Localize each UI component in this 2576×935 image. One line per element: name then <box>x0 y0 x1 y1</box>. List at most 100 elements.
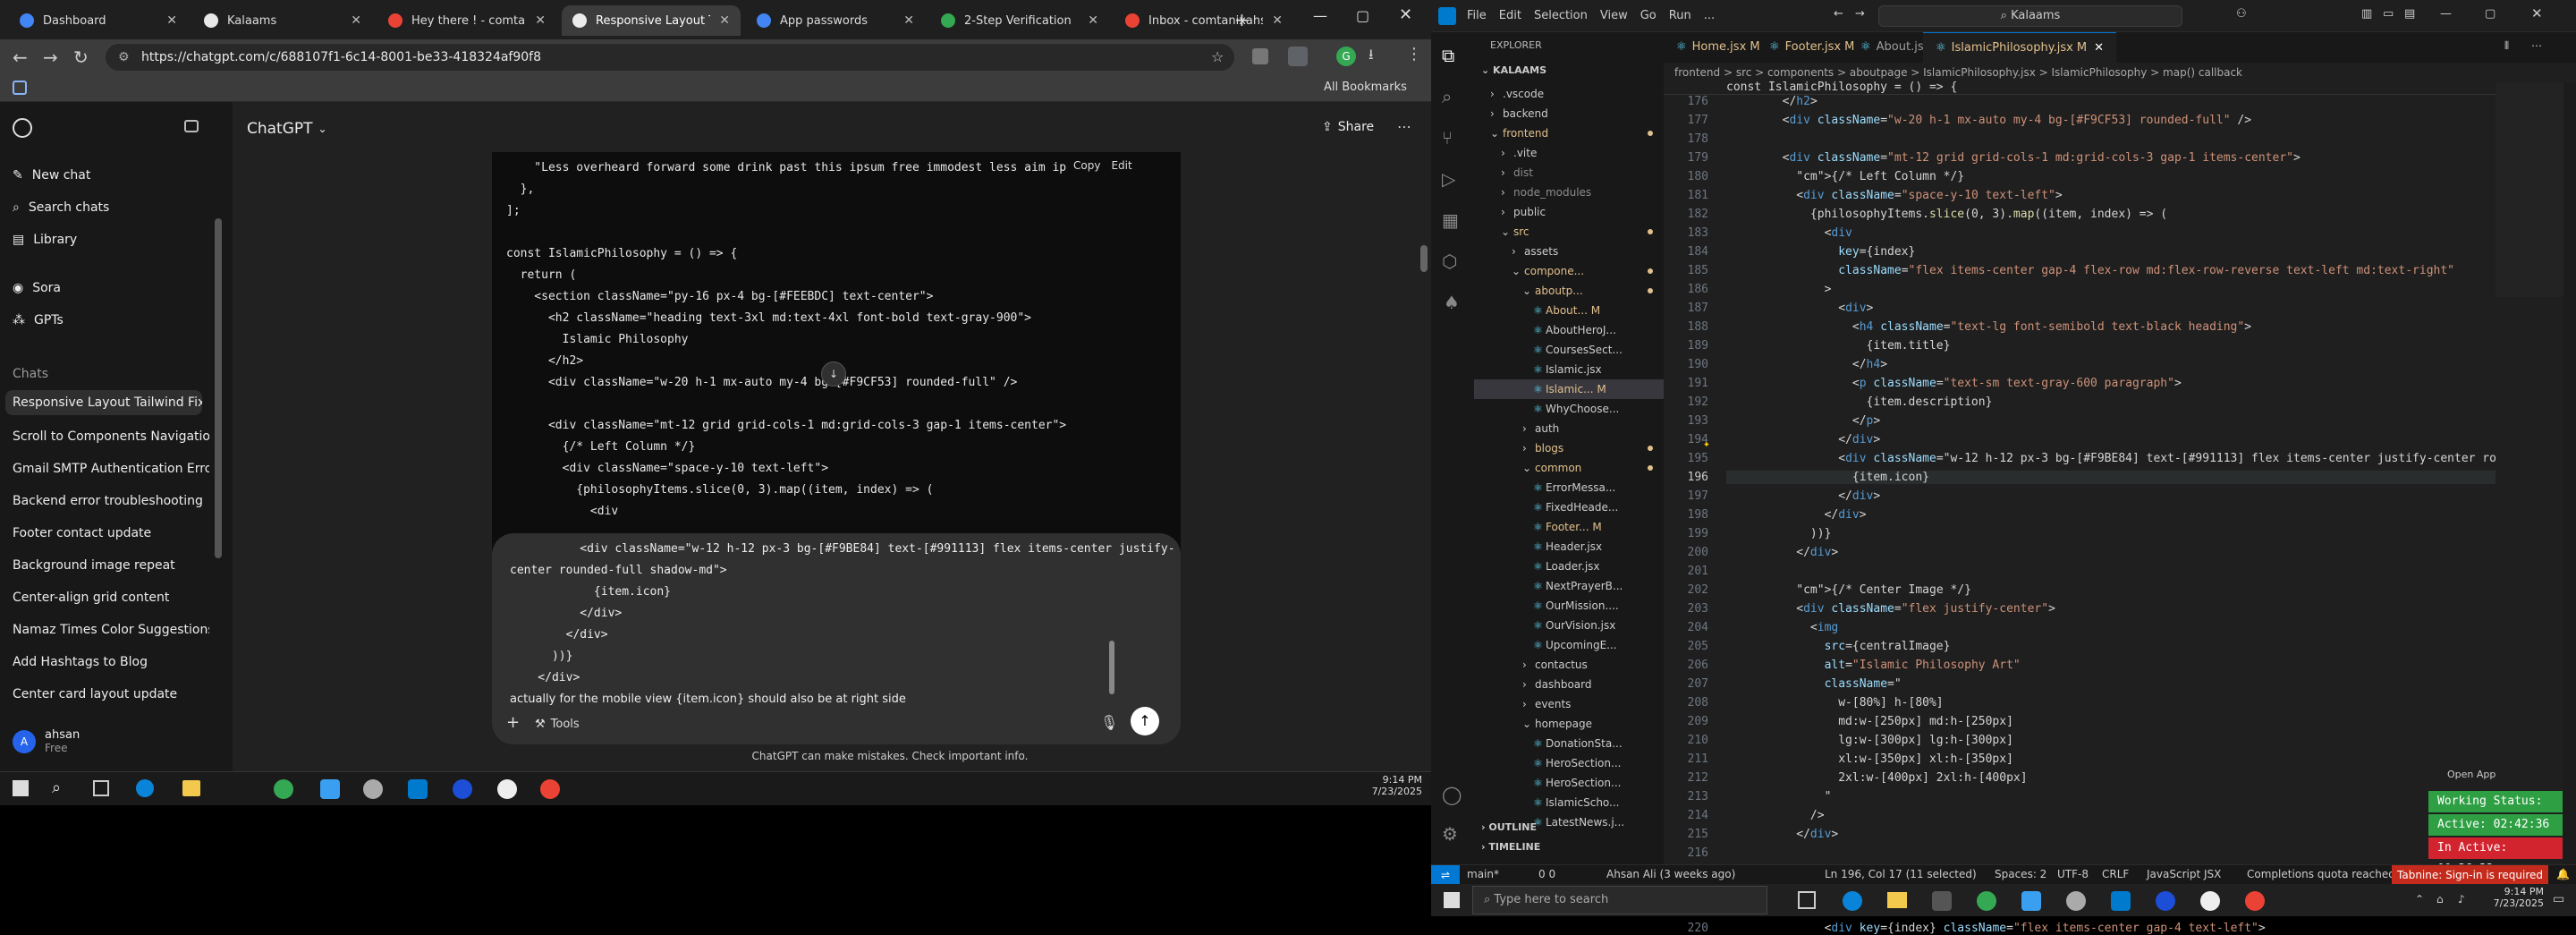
minimize-icon[interactable]: — <box>2440 7 2452 21</box>
close-tab-icon[interactable]: ✕ <box>351 13 361 28</box>
chat-history-item[interactable]: Center card layout update <box>13 687 209 701</box>
editor-scrollbar[interactable] <box>2563 82 2576 864</box>
openai-logo-icon[interactable] <box>13 118 32 138</box>
clock-time[interactable]: 9:14 PM <box>1368 774 1422 786</box>
tree-folder[interactable]: › .vscode <box>1474 84 1664 104</box>
code-line[interactable]: <div className="space-y-10 text-left"> <box>1726 189 2062 202</box>
close-sidebar-icon[interactable] <box>184 120 199 132</box>
tree-folder[interactable]: ⌄ aboutp... <box>1474 281 1664 301</box>
menu-item[interactable]: Edit <box>1499 9 1521 22</box>
tools-button[interactable]: ⚒ Tools <box>535 714 580 735</box>
tree-folder[interactable]: › blogs <box>1474 438 1664 458</box>
app-icon[interactable] <box>2200 891 2220 911</box>
maximize-icon[interactable]: ▢ <box>2485 7 2496 21</box>
code-line[interactable]: <p className="text-sm text-gray-600 para… <box>1726 377 2182 390</box>
chat-history-item[interactable]: Backend error troubleshooting <box>13 494 209 508</box>
clock-time[interactable]: 9:14 PM <box>2487 886 2544 897</box>
tree-folder[interactable]: › contactus <box>1474 655 1664 675</box>
layout-panel-icon[interactable]: ▭ <box>2383 7 2394 21</box>
code-editor[interactable]: 176 </h2> 177 <div className="w-20 h-1 mx… <box>1664 81 2576 935</box>
timeline-section[interactable]: › TIMELINE <box>1481 841 1540 853</box>
send-button[interactable]: ↑ <box>1131 707 1159 735</box>
search-chats-button[interactable]: ⌕ Search chats <box>13 200 109 215</box>
file-explorer-icon[interactable] <box>1887 892 1907 908</box>
maximize-icon[interactable]: ▢ <box>1356 7 1369 24</box>
address-bar[interactable]: ⚙ https://chatgpt.com/c/688107f1-6c14-80… <box>106 44 1234 71</box>
tree-folder[interactable]: ⌄ common <box>1474 458 1664 478</box>
tree-file[interactable]: ⚛ OurVision.jsx <box>1474 616 1664 635</box>
code-line[interactable]: w-[80%] h-[80%] <box>1726 696 1943 710</box>
explorer-icon[interactable]: ⧉ <box>1442 45 1454 66</box>
code-line[interactable]: key={index} <box>1726 245 1915 259</box>
extensions-puzzle-icon[interactable] <box>1288 47 1308 66</box>
tree-folder[interactable]: › dist <box>1474 163 1664 183</box>
tree-folder[interactable]: ⌄ frontend <box>1474 123 1664 143</box>
code-line[interactable]: <div key={index} className="flex items-c… <box>1726 922 2266 935</box>
more-options-icon[interactable]: ⋯ <box>1397 118 1411 135</box>
zoom-taskbar-icon[interactable] <box>453 779 472 799</box>
split-editor-icon[interactable]: ⫴ <box>2504 39 2509 53</box>
tree-file[interactable]: ⚛ ErrorMessa... <box>1474 478 1664 497</box>
remote-indicator[interactable]: ⇌ <box>1431 865 1460 885</box>
tree-file[interactable]: ⚛ AboutHeroJ... <box>1474 320 1664 340</box>
reload-icon[interactable]: ↻ <box>73 47 89 68</box>
code-line[interactable]: {item.title} <box>1726 339 1951 353</box>
tree-folder[interactable]: ⌄ homepage <box>1474 714 1664 734</box>
completions-status[interactable]: Completions quota reached <box>2247 868 2395 880</box>
chat-history-item[interactable]: Responsive Layout Tailwind Fix <box>5 390 202 415</box>
code-line[interactable]: <div className="w-12 h-12 px-3 bg-[#F9BE… <box>1726 452 2496 465</box>
chat-history-item[interactable]: Namaz Times Color Suggestions <box>13 623 209 637</box>
app-icon[interactable] <box>497 779 517 799</box>
store-icon[interactable] <box>1932 891 1952 911</box>
code-line[interactable]: {item.icon} <box>1726 471 2496 484</box>
chrome-profile-taskbar-icon[interactable] <box>2245 891 2265 911</box>
code-line[interactable]: {philosophyItems.slice(0, 3).map((item, … <box>1726 208 2167 221</box>
code-line[interactable]: </div> <box>1726 433 1880 446</box>
code-line[interactable]: <div className="mt-12 grid grid-cols-1 m… <box>1726 151 2301 165</box>
task-view-icon[interactable] <box>93 780 109 796</box>
message-composer[interactable]: <div className="w-12 h-12 px-3 bg-[#F9BE… <box>492 533 1181 744</box>
tabnine-status[interactable]: Tabnine: Sign-in is required <box>2392 865 2549 885</box>
menu-item[interactable]: Run <box>1669 9 1691 22</box>
vscode-taskbar-icon[interactable] <box>408 779 428 799</box>
code-line[interactable]: src={centralImage} <box>1726 640 1951 653</box>
tree-folder[interactable]: › events <box>1474 694 1664 714</box>
library-button[interactable]: ▤ Library <box>13 233 77 247</box>
run-debug-icon[interactable]: ▷ <box>1442 168 1455 190</box>
tree-file[interactable]: ⚛ IslamicScho... <box>1474 793 1664 812</box>
problems-status[interactable]: 0 0 <box>1538 868 1555 880</box>
menu-item[interactable]: View <box>1600 9 1628 22</box>
tree-folder[interactable]: ⌄ compone... <box>1474 261 1664 281</box>
minimize-icon[interactable]: — <box>1313 7 1327 24</box>
github-taskbar-icon[interactable] <box>363 779 383 799</box>
lightbulb-icon[interactable]: ✦ <box>1703 438 1710 451</box>
back-arrow-icon[interactable]: ← <box>1834 7 1843 21</box>
accounts-icon[interactable]: ◯ <box>1442 784 1462 805</box>
browser-tab[interactable]: 2-Step Verification ✕ <box>930 5 1109 36</box>
windows-start-icon[interactable] <box>1444 892 1460 908</box>
code-line[interactable]: <div className="flex justify-center"> <box>1726 602 2055 616</box>
code-line[interactable]: > <box>1726 283 1832 296</box>
tree-file[interactable]: ⚛ WhyChoose... <box>1474 399 1664 419</box>
tree-folder[interactable]: ⌄ src <box>1474 222 1664 242</box>
minimap[interactable] <box>2496 82 2563 297</box>
share-button[interactable]: ⇪ Share <box>1322 120 1374 134</box>
outline-section[interactable]: › OUTLINE <box>1481 821 1537 833</box>
code-line[interactable]: </div> <box>1726 828 1838 841</box>
sticky-scroll-line[interactable]: const IslamicPhilosophy = () => { <box>1726 81 1957 94</box>
code-line[interactable]: " <box>1726 790 1832 803</box>
zoom-taskbar-icon[interactable] <box>2156 891 2175 911</box>
menu-item[interactable]: ... <box>1704 9 1715 22</box>
mongodb-icon[interactable]: ♠ <box>1444 292 1460 313</box>
tree-folder[interactable]: › dashboard <box>1474 675 1664 694</box>
tree-folder[interactable]: › assets <box>1474 242 1664 261</box>
back-icon[interactable]: ← <box>13 47 28 68</box>
download-icon[interactable]: ⭳ <box>1368 45 1374 69</box>
chat-history-item[interactable]: Gmail SMTP Authentication Error <box>13 462 209 476</box>
code-line[interactable]: </div> <box>1726 508 1867 522</box>
code-line[interactable]: 2xl:w-[400px] 2xl:h-[400px] <box>1726 771 2027 785</box>
chrome-taskbar-icon[interactable] <box>274 779 293 799</box>
main-scrollbar[interactable] <box>1420 245 1428 272</box>
apps-grid-icon[interactable] <box>13 81 27 95</box>
project-root[interactable]: ⌄ KALAAMS <box>1481 64 1546 76</box>
